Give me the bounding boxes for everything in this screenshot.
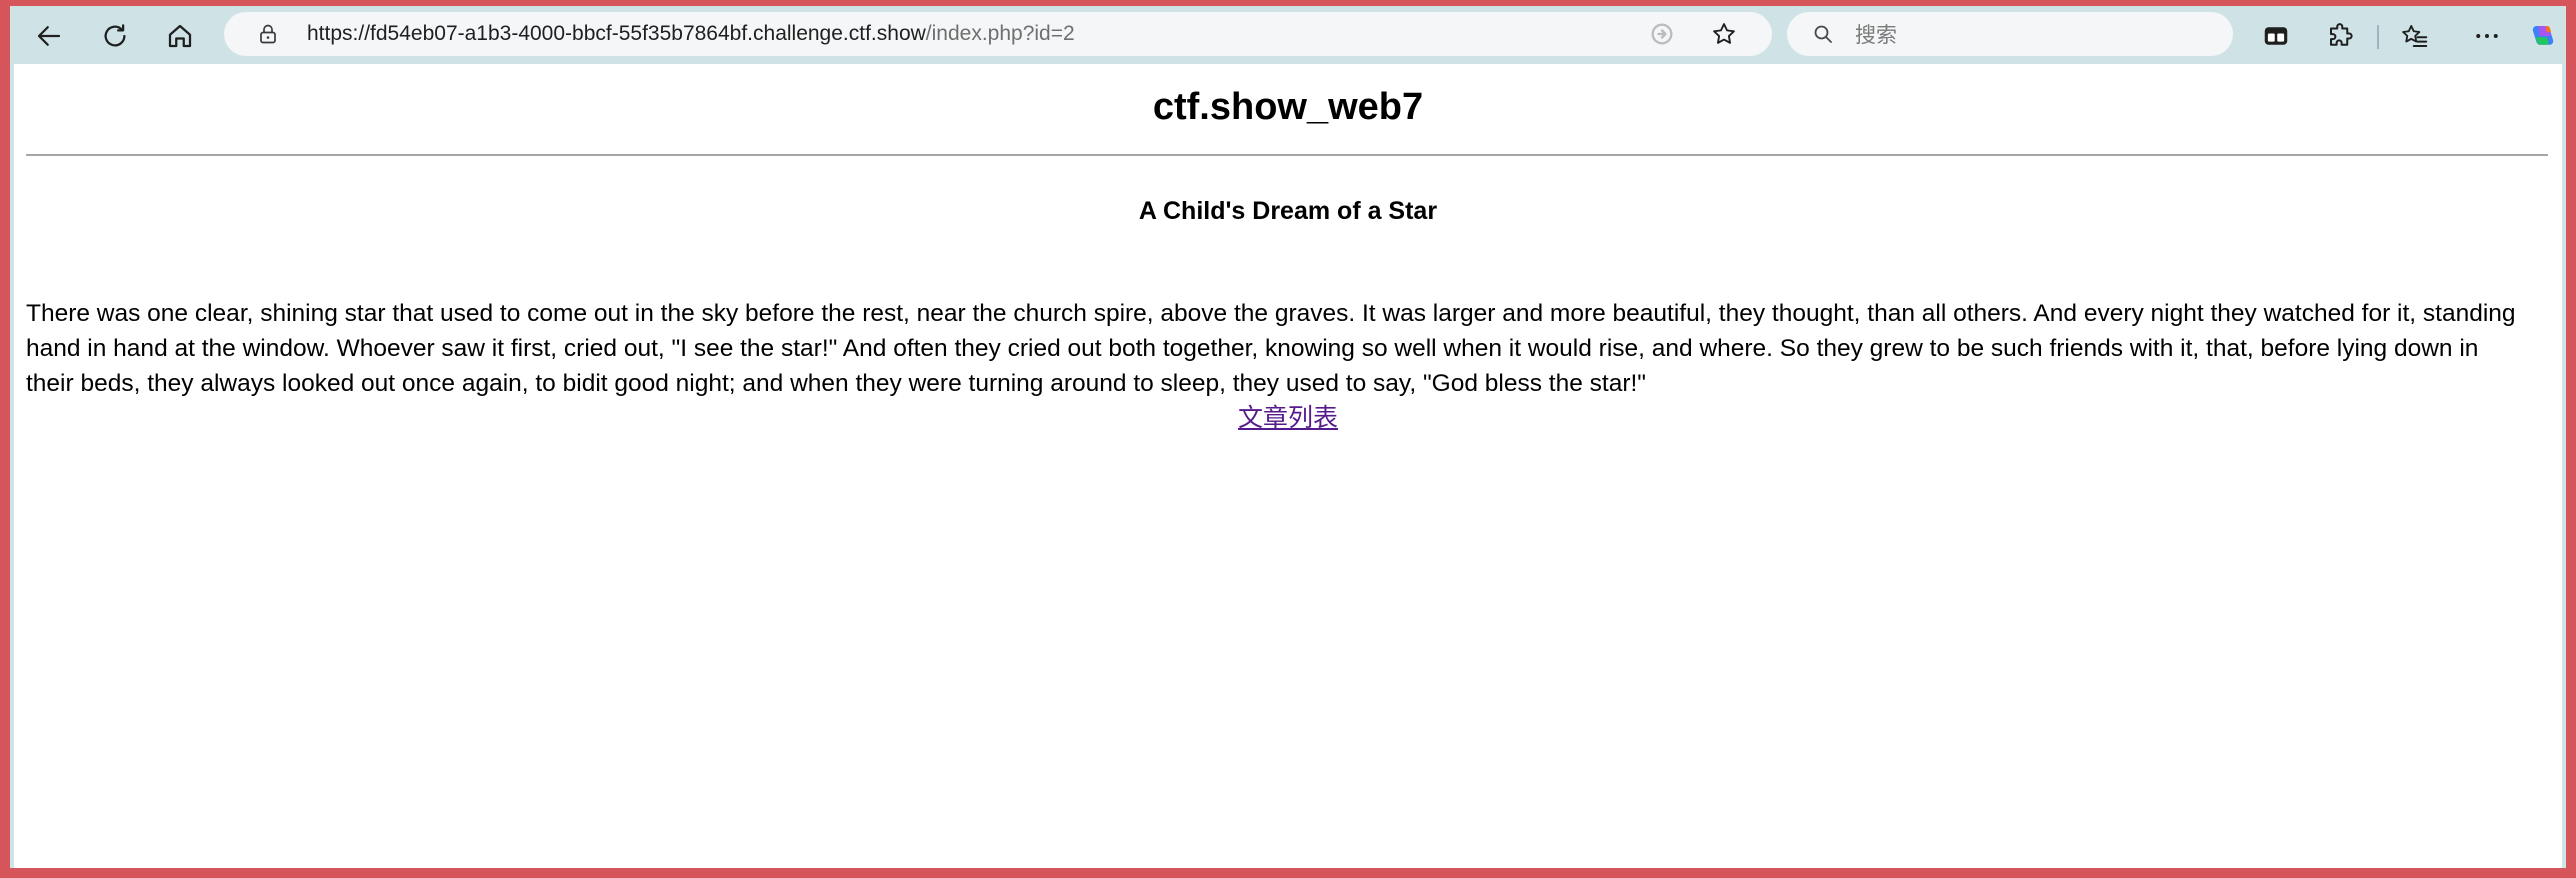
home-icon <box>168 24 192 48</box>
more-icon <box>2476 34 2498 38</box>
refresh-button[interactable] <box>94 15 136 57</box>
split-screen-button[interactable] <box>2255 15 2297 57</box>
article-list-link-container: 文章列表 <box>14 400 2562 436</box>
back-arrow-icon <box>37 26 61 46</box>
back-button[interactable] <box>28 15 70 57</box>
star-icon[interactable] <box>1710 20 1738 48</box>
url-host: https://fd54eb07-a1b3-4000-bbcf-55f35b78… <box>307 22 926 45</box>
web-page: ctf.show_web7 A Child's Dream of a Star … <box>14 64 2562 868</box>
search-box[interactable] <box>1787 12 2233 56</box>
toolbar-divider <box>2377 25 2379 49</box>
refresh-icon <box>104 24 126 47</box>
puzzle-icon <box>2330 23 2353 46</box>
article-list-link[interactable]: 文章列表 <box>1238 403 1338 432</box>
copilot-button[interactable] <box>2522 15 2564 57</box>
article-title: A Child's Dream of a Star <box>1138 197 1438 225</box>
lock-icon[interactable] <box>256 22 280 46</box>
browser-window: https://fd54eb07-a1b3-4000-bbcf-55f35b78… <box>10 6 2566 868</box>
copilot-icon <box>2532 26 2554 45</box>
url-path: /index.php?id=2 <box>925 22 1075 45</box>
article-body: There was one clear, shining star that u… <box>26 300 2516 397</box>
extensions-button[interactable] <box>2320 15 2362 57</box>
address-bar[interactable]: https://fd54eb07-a1b3-4000-bbcf-55f35b78… <box>224 12 1772 56</box>
browser-toolbar: https://fd54eb07-a1b3-4000-bbcf-55f35b78… <box>10 6 2566 60</box>
search-input[interactable] <box>1853 16 2217 54</box>
url-text[interactable]: https://fd54eb07-a1b3-4000-bbcf-55f35b78… <box>307 12 1075 56</box>
settings-menu-button[interactable] <box>2466 15 2508 57</box>
read-aloud-icon[interactable] <box>1648 20 1676 48</box>
search-icon <box>1814 25 1832 43</box>
title-divider <box>26 154 2548 156</box>
home-button[interactable] <box>159 15 201 57</box>
favorites-list-icon <box>2402 25 2428 47</box>
split-screen-icon <box>2264 27 2288 45</box>
page-title: ctf.show_web7 <box>1152 86 1424 128</box>
favorites-button[interactable] <box>2394 15 2436 57</box>
